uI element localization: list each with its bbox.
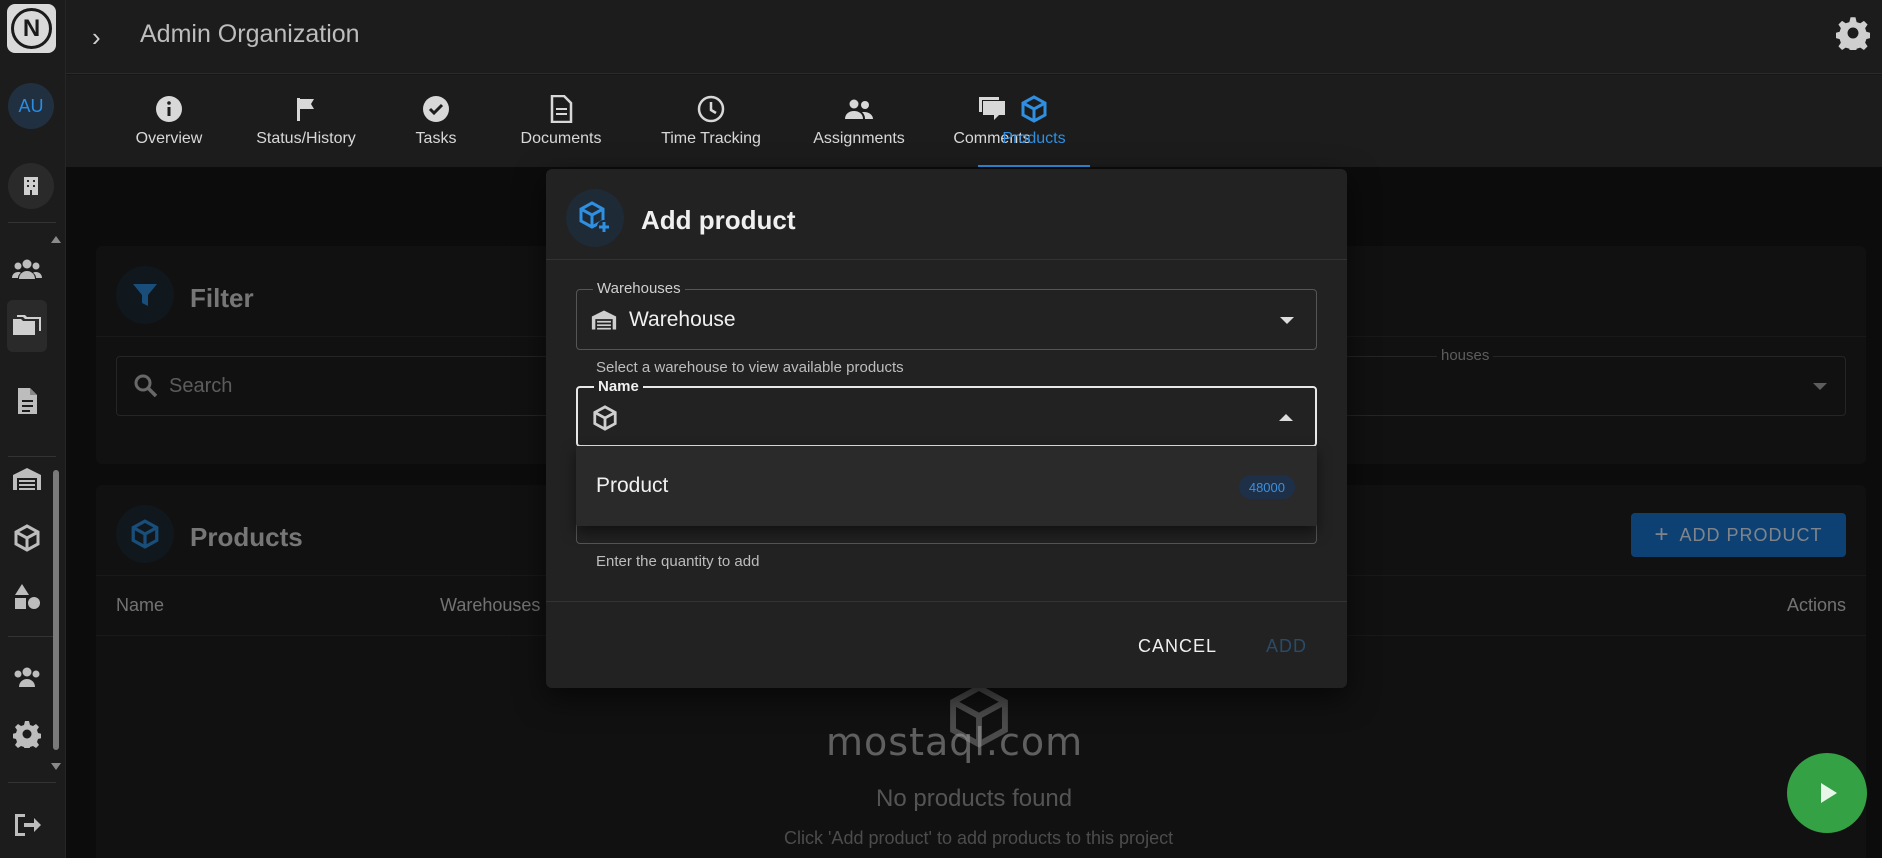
rail-divider bbox=[8, 222, 56, 223]
rail-divider bbox=[8, 636, 56, 637]
rail-item-people[interactable] bbox=[10, 252, 44, 286]
dialog-icon-wrap bbox=[566, 189, 624, 247]
rail-item-products[interactable] bbox=[10, 521, 44, 555]
warehouse-field-label: Warehouses bbox=[593, 280, 685, 297]
play-fab-button[interactable] bbox=[1787, 753, 1867, 833]
page-title: Admin Organization bbox=[140, 20, 360, 48]
product-name-autocomplete[interactable]: Name bbox=[576, 378, 1317, 447]
tab-label: Time Tracking bbox=[661, 130, 761, 147]
tab-bar: Overview Status/History Tasks Documents … bbox=[66, 75, 1882, 167]
chevron-right-icon[interactable]: › bbox=[92, 22, 101, 53]
folders-icon bbox=[13, 315, 41, 335]
add-cube-icon bbox=[579, 201, 611, 234]
rail-item-warehouses[interactable] bbox=[10, 462, 44, 496]
stock-badge: 48000 bbox=[1238, 475, 1295, 499]
warehouse-icon bbox=[13, 468, 41, 490]
scroll-down-arrow[interactable] bbox=[51, 763, 61, 770]
warehouse-value: Warehouse bbox=[629, 308, 736, 331]
app-logo[interactable]: N bbox=[7, 4, 56, 53]
building-icon bbox=[24, 177, 38, 195]
tab-time-tracking[interactable]: Time Tracking bbox=[636, 75, 786, 167]
play-icon bbox=[1821, 783, 1837, 803]
shapes-icon bbox=[15, 584, 40, 609]
top-bar: › Admin Organization bbox=[66, 0, 1882, 74]
rail-item-settings[interactable] bbox=[10, 717, 44, 751]
rail-item-shapes[interactable] bbox=[10, 580, 44, 614]
cancel-button[interactable]: CANCEL bbox=[1138, 636, 1217, 657]
people-icon bbox=[12, 259, 42, 279]
warehouse-helper-text: Select a warehouse to view available pro… bbox=[596, 359, 904, 376]
tab-label: Products bbox=[1002, 130, 1066, 147]
document-icon bbox=[550, 95, 573, 123]
app-root: N AU › Admin Organization Overview Statu… bbox=[0, 0, 1882, 858]
document-icon bbox=[18, 388, 37, 414]
logout-icon bbox=[15, 814, 41, 836]
tab-label: Assignments bbox=[813, 130, 905, 147]
left-rail: N AU bbox=[0, 0, 66, 858]
scroll-thumb[interactable] bbox=[53, 470, 59, 750]
dialog-divider bbox=[546, 259, 1347, 260]
warehouse-select[interactable]: Warehouses Warehouse bbox=[576, 280, 1317, 350]
check-circle-icon bbox=[423, 96, 449, 122]
tab-label: Overview bbox=[135, 130, 203, 147]
info-icon bbox=[156, 96, 182, 122]
organization-button[interactable] bbox=[8, 163, 54, 209]
dialog-title: Add product bbox=[641, 205, 796, 235]
product-options-list: Product 48000 bbox=[576, 446, 1317, 526]
tab-products[interactable]: Products bbox=[978, 75, 1090, 167]
avatar-initials: AU bbox=[18, 95, 44, 116]
rail-item-projects[interactable] bbox=[7, 300, 47, 352]
rail-divider bbox=[8, 782, 56, 783]
people-icon bbox=[845, 99, 873, 119]
rail-scrollbar[interactable] bbox=[51, 234, 61, 770]
people-icon bbox=[14, 667, 40, 687]
scroll-up-arrow[interactable] bbox=[51, 236, 61, 243]
chevron-up-icon bbox=[1279, 414, 1293, 421]
quantity-helper-text: Enter the quantity to add bbox=[596, 553, 760, 570]
tab-status-history[interactable]: Status/History bbox=[226, 75, 386, 167]
watermark-text: mostaql.com bbox=[826, 720, 1084, 764]
rail-divider bbox=[8, 456, 56, 457]
tab-overview[interactable]: Overview bbox=[112, 75, 226, 167]
chevron-down-icon bbox=[1280, 317, 1294, 324]
flag-icon bbox=[297, 98, 314, 121]
tab-assignments[interactable]: Assignments bbox=[786, 75, 932, 167]
option-label: Product bbox=[596, 474, 669, 497]
warehouse-icon bbox=[591, 310, 617, 330]
rail-item-team[interactable] bbox=[10, 660, 44, 694]
gear-icon bbox=[13, 721, 41, 748]
tab-documents[interactable]: Documents bbox=[486, 75, 636, 167]
add-button[interactable]: ADD bbox=[1266, 636, 1307, 657]
cube-icon bbox=[14, 524, 40, 552]
name-field-label: Name bbox=[594, 378, 643, 395]
rail-item-logout[interactable] bbox=[10, 808, 44, 842]
tab-label: Tasks bbox=[415, 130, 457, 147]
logo-mark: N bbox=[11, 8, 52, 49]
clock-icon bbox=[697, 95, 725, 123]
settings-gear-icon[interactable] bbox=[1836, 16, 1870, 50]
tab-label: Documents bbox=[520, 130, 602, 147]
cube-icon bbox=[593, 405, 617, 431]
avatar[interactable]: AU bbox=[8, 83, 54, 129]
cube-icon bbox=[1021, 95, 1047, 123]
tab-tasks[interactable]: Tasks bbox=[386, 75, 486, 167]
add-product-dialog: Add product Warehouses Warehouse Select … bbox=[546, 169, 1347, 688]
tab-label: Status/History bbox=[256, 130, 356, 147]
dialog-actions-divider bbox=[546, 601, 1347, 602]
rail-item-documents[interactable] bbox=[10, 384, 44, 418]
